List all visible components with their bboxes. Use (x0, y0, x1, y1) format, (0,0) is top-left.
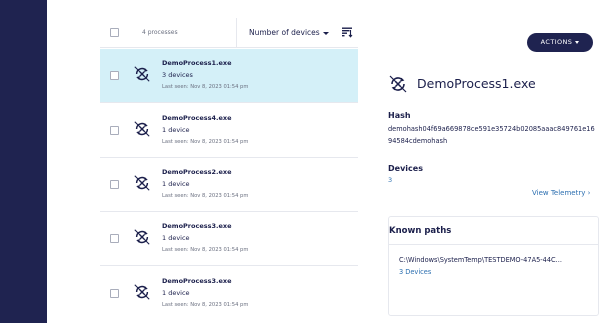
process-device-count: 3 devices (162, 71, 193, 79)
sort-dropdown[interactable]: Number of devices (249, 28, 329, 37)
known-paths-divider (388, 244, 599, 245)
known-path-devices-link[interactable]: 3 Devices (399, 268, 431, 276)
actions-button[interactable]: ACTIONS (527, 33, 593, 52)
process-row[interactable]: DemoProcess1.exe 3 devices Last seen: No… (100, 49, 358, 103)
process-device-count: 1 device (162, 180, 190, 188)
process-last-seen: Last seen: Nov 8, 2023 01:54 pm (162, 302, 249, 308)
process-name: DemoProcess3.exe (162, 222, 232, 230)
process-unknown-icon (134, 284, 150, 300)
process-name: DemoProcess2.exe (162, 168, 232, 176)
process-unknown-icon (134, 66, 150, 82)
hash-label: Hash (388, 111, 411, 120)
process-unknown-icon (389, 75, 407, 93)
hash-value: demohash04f69a669878ce591e35724b02085aaa… (388, 125, 595, 145)
process-last-seen: Last seen: Nov 8, 2023 01:54 pm (162, 193, 249, 199)
sort-dropdown-label: Number of devices (249, 28, 320, 37)
process-device-count: 1 device (162, 126, 190, 134)
process-list-header: 4 processes Number of devices (100, 18, 358, 48)
actions-button-label: ACTIONS (540, 38, 573, 46)
detail-title: DemoProcess1.exe (417, 76, 536, 91)
process-name: DemoProcess3.exe (162, 277, 232, 285)
process-last-seen: Last seen: Nov 8, 2023 01:54 pm (162, 84, 249, 90)
process-row[interactable]: DemoProcess3.exe 1 device Last seen: Nov… (100, 212, 358, 266)
process-row[interactable]: DemoProcess2.exe 1 device Last seen: Nov… (100, 158, 358, 212)
process-device-count: 1 device (162, 234, 190, 242)
process-last-seen: Last seen: Nov 8, 2023 01:54 pm (162, 247, 249, 253)
process-last-seen: Last seen: Nov 8, 2023 01:54 pm (162, 139, 249, 145)
process-name: DemoProcess4.exe (162, 114, 232, 122)
app-sidebar (0, 0, 47, 323)
devices-value[interactable]: 3 (388, 176, 392, 184)
row-checkbox[interactable] (110, 289, 119, 298)
process-unknown-icon (134, 175, 150, 191)
known-path-value: C:\Windows\SystemTemp\TESTDEMO-47A5-44C.… (399, 256, 562, 264)
process-unknown-icon (134, 121, 150, 137)
process-name: DemoProcess1.exe (162, 59, 232, 67)
process-device-count: 1 device (162, 289, 190, 297)
sort-descending-icon[interactable] (341, 26, 353, 38)
process-row[interactable]: DemoProcess3.exe 1 device Last seen: Nov… (100, 267, 358, 321)
select-all-checkbox[interactable] (110, 28, 119, 37)
chevron-down-icon (322, 31, 329, 35)
row-checkbox[interactable] (110, 180, 119, 189)
chevron-down-icon (575, 40, 580, 44)
process-row[interactable]: DemoProcess4.exe 1 device Last seen: Nov… (100, 104, 358, 158)
row-checkbox[interactable] (110, 234, 119, 243)
view-telemetry-link[interactable]: View Telemetry › (532, 189, 590, 197)
process-count: 4 processes (142, 29, 178, 36)
row-checkbox[interactable] (110, 71, 119, 80)
header-divider (236, 18, 237, 48)
row-checkbox[interactable] (110, 126, 119, 135)
known-paths-label: Known paths (389, 226, 452, 236)
process-unknown-icon (134, 229, 150, 245)
devices-label: Devices (388, 164, 423, 173)
